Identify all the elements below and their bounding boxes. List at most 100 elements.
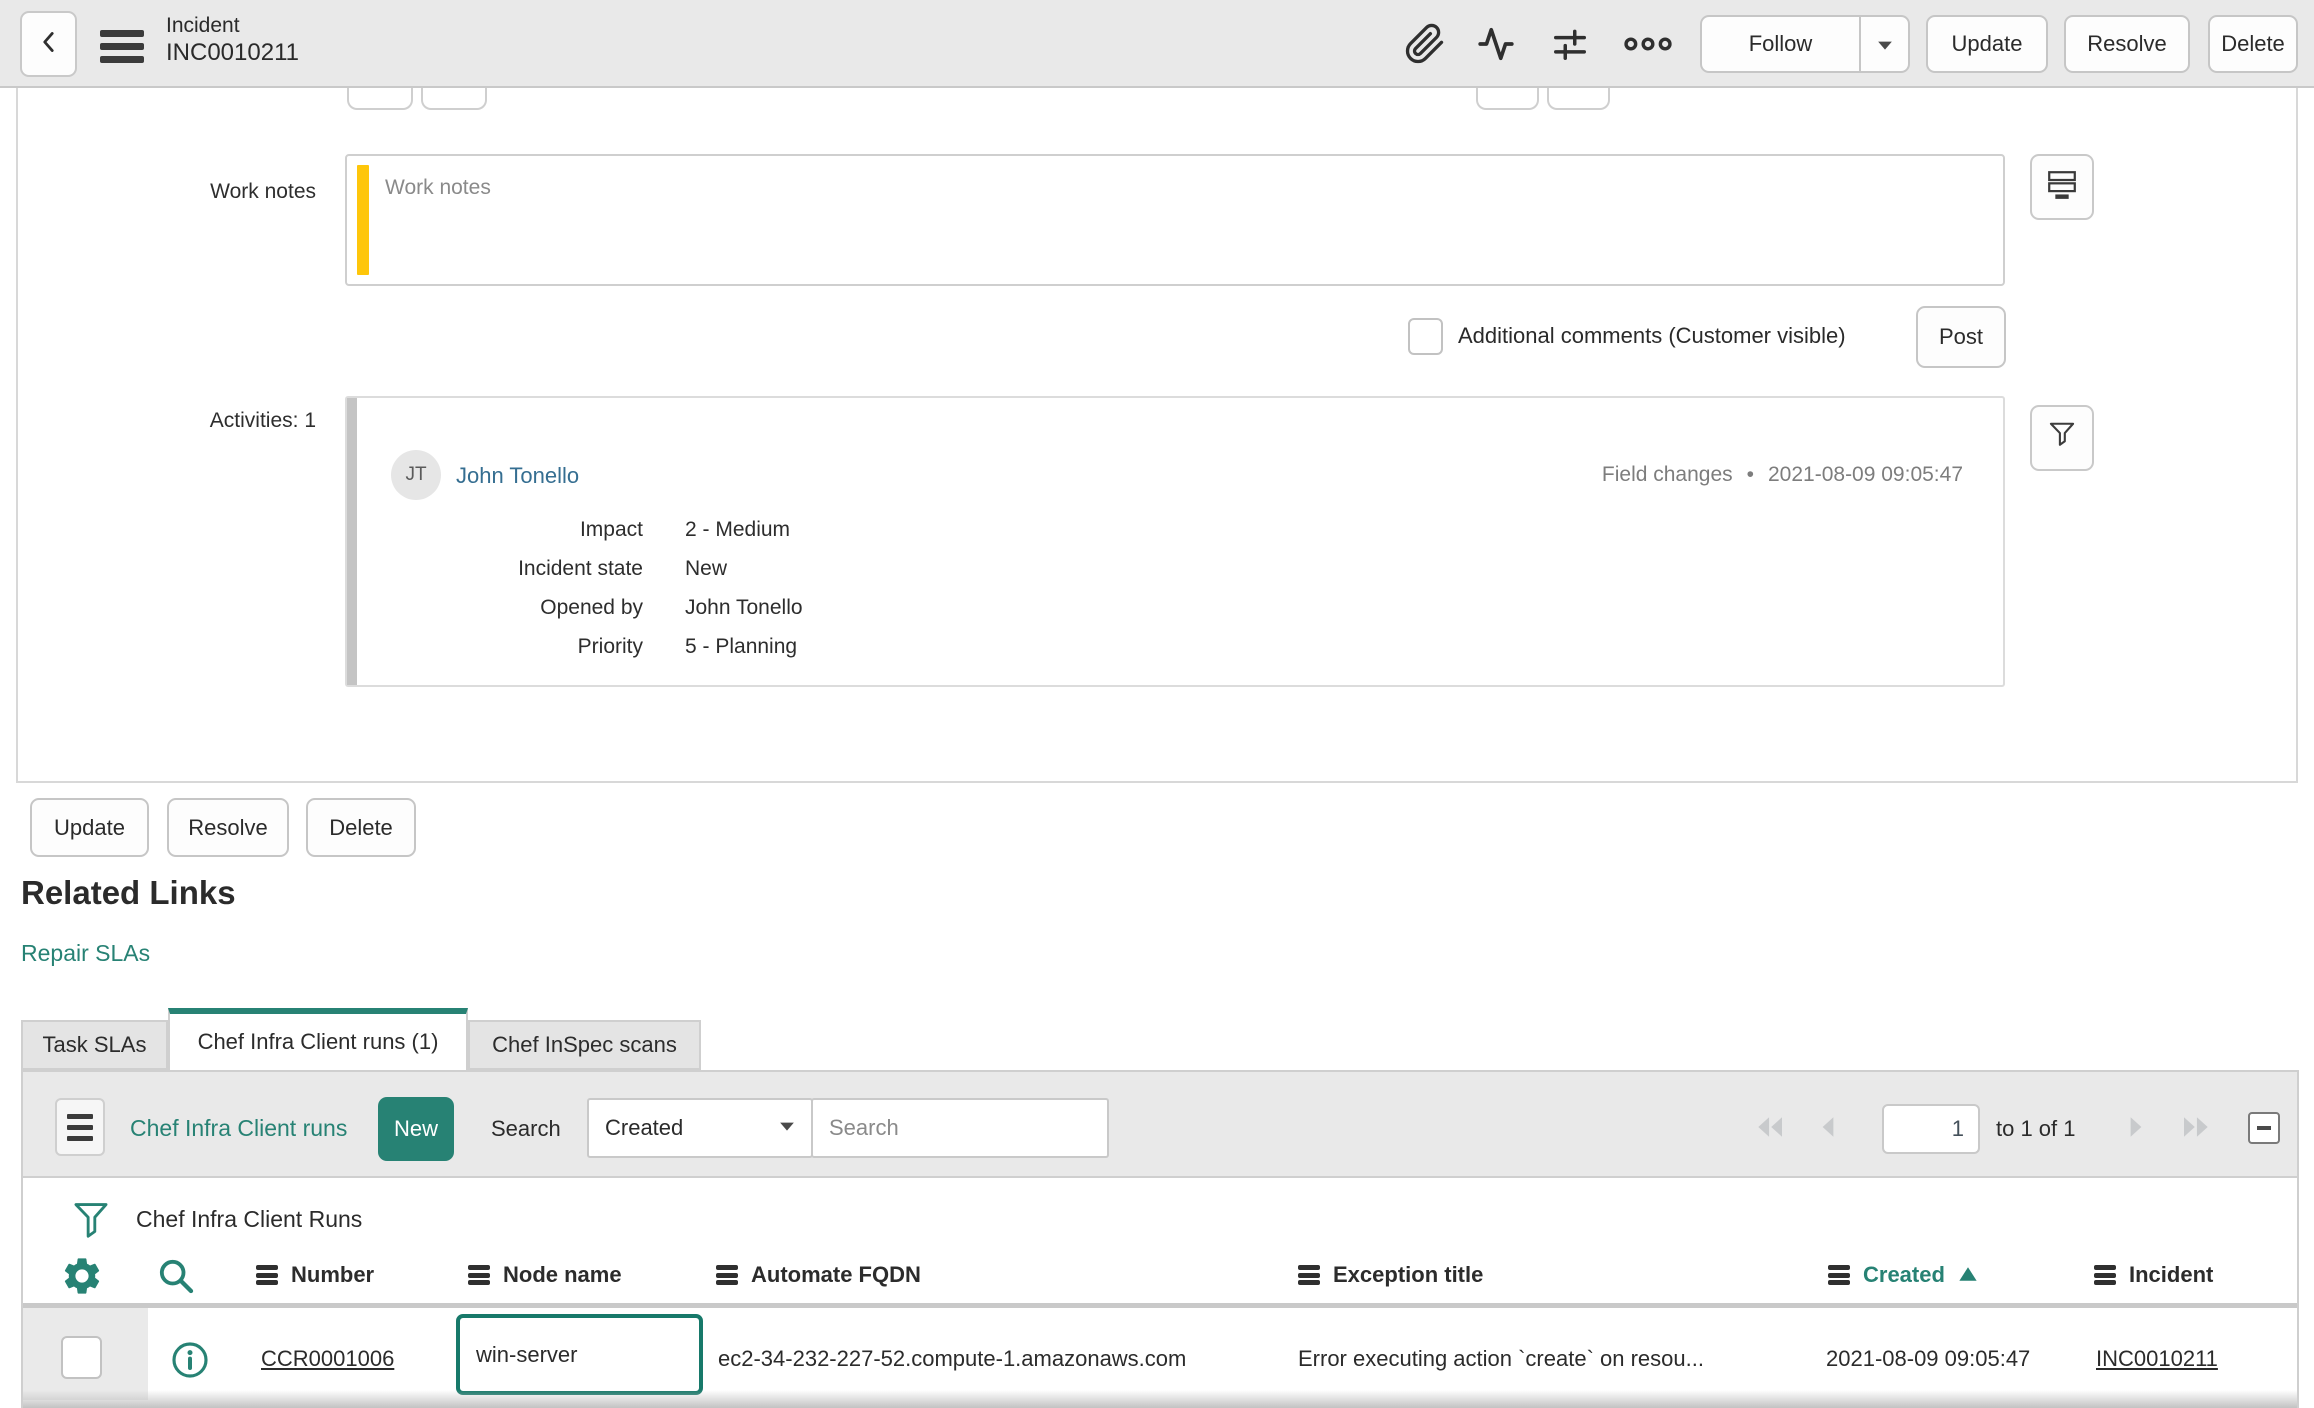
column-header-incident[interactable]: Incident — [2094, 1262, 2213, 1288]
activity-user-link[interactable]: John Tonello — [456, 463, 579, 489]
additional-comments-checkbox[interactable] — [1408, 318, 1443, 355]
work-notes-accent-bar — [357, 165, 369, 275]
activity-type: Field changes — [1601, 463, 1733, 486]
last-page-button[interactable] — [2178, 1113, 2218, 1146]
cutoff-button[interactable] — [347, 88, 413, 110]
field-value: New — [685, 556, 728, 580]
activity-field-row: Priority 5 - Planning — [380, 627, 803, 666]
follow-dropdown-button[interactable] — [1860, 15, 1910, 73]
field-label: Impact — [579, 517, 643, 541]
pagination-range-text: to 1 of 1 — [1996, 1116, 2076, 1141]
record-number-title: INC0010211 — [166, 39, 299, 66]
tab-chef-inspec-scans[interactable]: Chef InSpec scans — [468, 1020, 701, 1070]
cutoff-button[interactable] — [421, 88, 487, 110]
related-links-title: Related Links — [21, 874, 236, 911]
follow-button[interactable]: Follow — [1700, 15, 1860, 73]
field-value: John Tonello — [685, 595, 803, 619]
tab-task-slas[interactable]: Task SLAs — [21, 1020, 168, 1070]
row-incident-link[interactable]: INC0010211 — [2096, 1346, 2218, 1372]
more-options-icon[interactable] — [1622, 32, 1674, 61]
viewport-bottom-fade — [23, 1390, 2297, 1408]
funnel-icon — [2048, 420, 2076, 457]
row-automate-fqdn: ec2-34-232-227-52.compute-1.amazonaws.co… — [718, 1346, 1187, 1371]
post-button[interactable]: Post — [1916, 306, 2006, 368]
column-header-automate-fqdn[interactable]: Automate FQDN — [716, 1262, 921, 1288]
collapse-list-button[interactable] — [2248, 1112, 2280, 1144]
row-info-icon[interactable] — [170, 1340, 210, 1385]
additional-comments-label: Additional comments (Customer visible) — [1458, 323, 1846, 348]
delete-button-label: Delete — [2221, 31, 2285, 56]
resolve-button-label: Resolve — [188, 814, 268, 840]
column-header-label: Automate FQDN — [751, 1262, 921, 1287]
search-field-select[interactable]: Created — [587, 1098, 813, 1158]
row-checkbox[interactable] — [61, 1336, 102, 1379]
page-number-input[interactable] — [1882, 1104, 1980, 1154]
new-button-label: New — [393, 1116, 438, 1141]
activity-field-row: Incident state New — [380, 549, 803, 588]
field-value: 2 - Medium — [685, 517, 791, 541]
activity-timestamp: 2021-08-09 09:05:47 — [1768, 463, 1963, 486]
repair-slas-link[interactable]: Repair SLAs — [21, 940, 150, 967]
update-button-header[interactable]: Update — [1926, 15, 2048, 73]
tab-chef-infra-client-runs[interactable]: Chef Infra Client runs (1) — [168, 1008, 468, 1070]
activity-accent-bar — [347, 398, 357, 685]
list-settings-gear-icon[interactable] — [60, 1254, 104, 1303]
cutoff-button[interactable] — [1547, 88, 1610, 110]
previous-page-button[interactable] — [1818, 1113, 1838, 1146]
tab-label: Chef InSpec scans — [492, 1032, 677, 1057]
activity-field-changes: Impact 2 - Medium Incident state New Ope… — [380, 510, 803, 666]
column-header-label: Number — [291, 1262, 375, 1287]
caret-down-icon — [779, 1119, 795, 1137]
record-type-title: Incident — [166, 14, 240, 37]
column-header-node-name[interactable]: Node name — [468, 1262, 622, 1288]
column-menu-icon — [1828, 1263, 1850, 1288]
toggle-activity-fields-button[interactable] — [2030, 154, 2094, 220]
delete-button-header[interactable]: Delete — [2208, 15, 2298, 73]
activity-field-row: Opened by John Tonello — [380, 588, 803, 627]
tab-label: Task SLAs — [42, 1032, 147, 1057]
cutoff-button[interactable] — [1476, 88, 1539, 110]
list-filter-icon[interactable] — [72, 1200, 110, 1249]
post-button-label: Post — [1938, 324, 1984, 349]
row-exception-title: Error executing action `create` on resou… — [1298, 1346, 1704, 1371]
delete-button-footer[interactable]: Delete — [306, 798, 416, 857]
activity-filter-button[interactable] — [2030, 405, 2094, 471]
column-header-label: Created — [1863, 1262, 1945, 1287]
column-menu-icon — [1298, 1263, 1320, 1288]
column-header-label: Incident — [2129, 1262, 2214, 1287]
column-header-exception-title[interactable]: Exception title — [1298, 1262, 1483, 1288]
column-header-created-sorted[interactable]: Created — [1828, 1262, 1978, 1288]
activity-stream-icon[interactable] — [1476, 25, 1516, 68]
first-page-button[interactable] — [1748, 1113, 1788, 1146]
context-menu-icon[interactable] — [100, 24, 144, 69]
caret-down-icon — [1877, 31, 1893, 57]
resolve-button-label: Resolve — [2087, 31, 2167, 56]
new-record-button[interactable]: New — [378, 1097, 454, 1161]
column-menu-icon — [256, 1263, 278, 1288]
field-label: Priority — [577, 634, 643, 658]
sliders-icon[interactable] — [1550, 25, 1590, 68]
list-context-menu-button[interactable] — [55, 1098, 105, 1156]
column-header-label: Exception title — [1333, 1262, 1484, 1287]
list-title-link[interactable]: Chef Infra Client runs — [130, 1115, 347, 1142]
list-search-input[interactable] — [811, 1098, 1109, 1158]
row-number-link[interactable]: CCR0001006 — [261, 1346, 394, 1372]
row-node-name-value: win-server — [476, 1342, 578, 1367]
update-button-label: Update — [54, 814, 125, 840]
tab-label: Chef Infra Client runs (1) — [197, 1029, 439, 1054]
column-menu-icon — [2094, 1263, 2116, 1288]
row-node-name-edit-cell[interactable]: win-server — [456, 1314, 703, 1395]
sort-ascending-icon — [1958, 1262, 1978, 1288]
update-button-footer[interactable]: Update — [30, 798, 149, 857]
back-button[interactable] — [20, 11, 77, 77]
column-header-number[interactable]: Number — [256, 1262, 374, 1288]
work-notes-input[interactable] — [379, 156, 1999, 280]
attachment-icon[interactable] — [1404, 23, 1446, 70]
list-search-icon[interactable] — [156, 1256, 196, 1301]
column-header-label: Node name — [503, 1262, 622, 1287]
search-label: Search — [491, 1116, 561, 1141]
resolve-button-header[interactable]: Resolve — [2064, 15, 2190, 73]
next-page-button[interactable] — [2126, 1113, 2146, 1146]
resolve-button-footer[interactable]: Resolve — [167, 798, 289, 857]
field-label: Incident state — [518, 556, 643, 580]
